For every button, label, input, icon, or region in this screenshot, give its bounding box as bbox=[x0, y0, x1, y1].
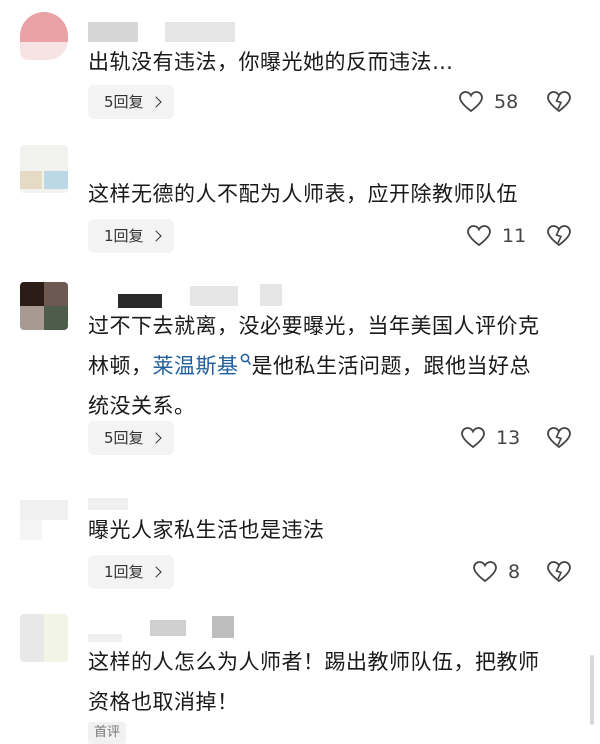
dislike-button[interactable] bbox=[546, 90, 572, 118]
heart-icon bbox=[473, 561, 497, 583]
username-extra bbox=[260, 284, 282, 306]
like-button[interactable]: 8 bbox=[472, 560, 520, 584]
like-count: 58 bbox=[494, 91, 519, 113]
reply-count-button[interactable]: 5回复 bbox=[88, 421, 174, 455]
dislike-button[interactable] bbox=[546, 560, 572, 588]
comment-text: 出轨没有违法，你曝光她的反而违法… bbox=[88, 50, 454, 74]
reply-count-button[interactable]: 1回复 bbox=[88, 555, 174, 589]
like-button[interactable]: 58 bbox=[458, 90, 518, 114]
avatar[interactable] bbox=[20, 496, 68, 544]
like-button[interactable]: 13 bbox=[460, 426, 520, 450]
username-extra bbox=[212, 616, 234, 638]
dislike-heart-icon bbox=[547, 561, 571, 583]
like-count: 13 bbox=[496, 427, 521, 449]
dislike-heart-icon bbox=[547, 91, 571, 113]
username-suffix bbox=[150, 620, 186, 636]
search-icon bbox=[240, 353, 251, 365]
username[interactable] bbox=[88, 634, 122, 642]
heart-icon bbox=[461, 427, 485, 449]
avatar[interactable] bbox=[20, 145, 68, 193]
username[interactable] bbox=[88, 498, 128, 510]
dislike-button[interactable] bbox=[546, 426, 572, 454]
reply-count-button[interactable]: 1回复 bbox=[88, 219, 174, 253]
username-suffix bbox=[190, 286, 238, 306]
chevron-right-icon bbox=[149, 230, 162, 242]
dislike-button[interactable] bbox=[546, 224, 572, 252]
chevron-right-icon bbox=[149, 96, 162, 108]
comment-text: 曝光人家私生活也是违法 bbox=[88, 518, 325, 542]
chevron-right-icon bbox=[149, 566, 162, 578]
like-count: 11 bbox=[502, 225, 527, 247]
scrollbar[interactable] bbox=[590, 655, 594, 725]
avatar[interactable] bbox=[20, 282, 68, 330]
username[interactable] bbox=[88, 22, 138, 42]
avatar[interactable] bbox=[20, 12, 68, 60]
username-suffix bbox=[165, 22, 235, 42]
like-button[interactable]: 11 bbox=[466, 224, 526, 248]
dislike-heart-icon bbox=[547, 225, 571, 247]
comment-text: 这样无德的人不配为人师表，应开除教师队伍 bbox=[88, 182, 518, 206]
heart-icon bbox=[459, 91, 483, 113]
search-link[interactable]: 莱温斯基 bbox=[153, 353, 252, 378]
heart-icon bbox=[467, 225, 491, 247]
first-comment-badge: 首评 bbox=[88, 722, 127, 744]
chevron-right-icon bbox=[149, 432, 162, 444]
comment-text: 这样的人怎么为人师者！踢出教师队伍，把教师 资格也取消掉！ bbox=[88, 650, 540, 714]
dislike-heart-icon bbox=[547, 427, 571, 449]
like-count: 8 bbox=[508, 561, 521, 583]
avatar[interactable] bbox=[20, 614, 68, 662]
reply-count-button[interactable]: 5回复 bbox=[88, 85, 174, 119]
comment-text: 过不下去就离，没必要曝光，当年美国人评价克 林顿，莱温斯基 是他私生活问题，跟他当… bbox=[88, 314, 540, 418]
